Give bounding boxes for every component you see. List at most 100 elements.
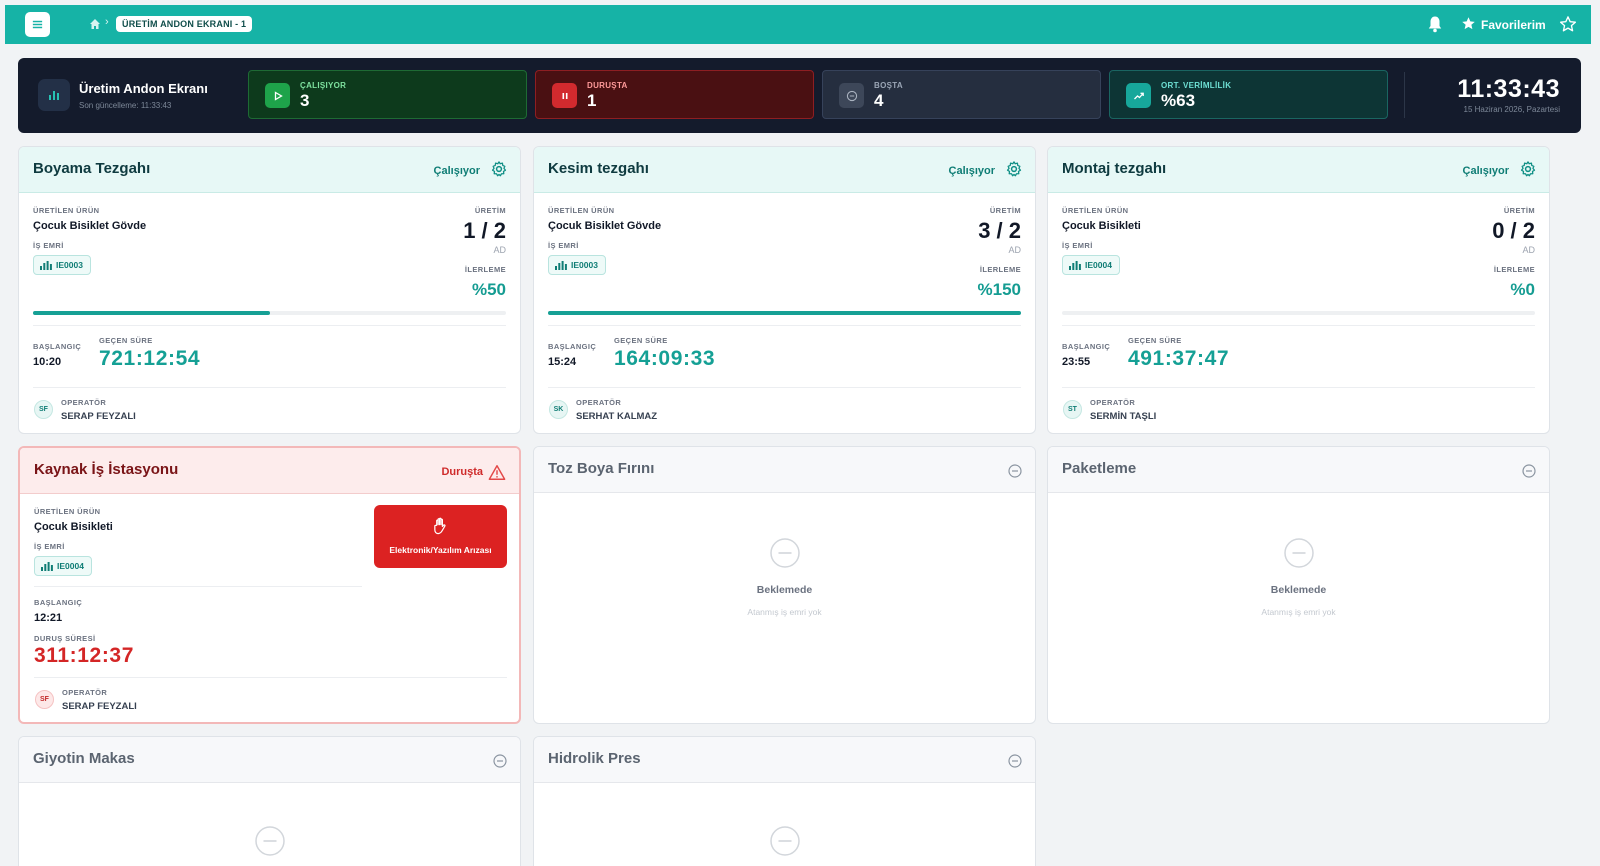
work-order-badge[interactable]: IE0004 — [34, 556, 92, 576]
breadcrumb-current[interactable]: ÜRETİM ANDON EKRANI - 1 — [116, 16, 253, 32]
downtime-value: 311:12:37 — [34, 644, 134, 667]
card-header: Kaynak İş İstasyonu Duruşta — [20, 448, 519, 494]
production-value: 0 / 2 — [1492, 218, 1535, 243]
divider — [548, 387, 1021, 388]
station-card-giyotin[interactable]: Giyotin Makas — [18, 736, 521, 866]
clock: 11:33:43 — [1457, 75, 1560, 103]
station-card-hidrolik[interactable]: Hidrolik Pres — [533, 736, 1036, 866]
production-label: ÜRETİM — [474, 206, 506, 215]
stat-label: ÇALIŞIYOR — [300, 81, 347, 90]
gear-icon[interactable] — [1519, 160, 1537, 178]
fault-reason-button[interactable]: Elektronik/Yazılım Arızası — [374, 505, 507, 568]
station-card-kaynak[interactable]: Kaynak İş İstasyonu Duruşta ÜRETİLEN ÜRÜ… — [18, 446, 521, 724]
work-order-badge[interactable]: IE0004 — [1062, 255, 1120, 275]
progress-percent: %50 — [471, 280, 506, 299]
start-label: BAŞLANGIÇ — [1062, 342, 1111, 351]
station-card-kesim[interactable]: Kesim tezgahı Çalışıyor ÜRETİLEN ÜRÜN Ço… — [533, 146, 1036, 434]
divider — [1404, 72, 1405, 118]
stat-value: 1 — [587, 91, 597, 110]
divider — [34, 586, 362, 587]
divider — [33, 325, 506, 326]
station-card-paketleme[interactable]: Paketleme Beklemede Atanmış iş emri yok — [1047, 446, 1550, 724]
operator-avatar: SF — [35, 690, 54, 709]
work-order-label: İŞ EMRİ — [34, 542, 65, 551]
station-name: Giyotin Makas — [33, 750, 135, 767]
product-label: ÜRETİLEN ÜRÜN — [1062, 206, 1129, 215]
station-status: Duruşta — [441, 466, 483, 478]
station-card-toz-boya[interactable]: Toz Boya Fırını Beklemede Atanmış iş emr… — [533, 446, 1036, 724]
stat-running: ÇALIŞIYOR 3 — [248, 70, 527, 119]
minus-circle-icon — [1522, 464, 1536, 478]
stat-efficiency: ORT. VERİMLİLİK %63 — [1109, 70, 1388, 119]
gear-icon[interactable] — [490, 160, 508, 178]
card-header: Paketleme — [1048, 447, 1549, 493]
hamburger-icon — [32, 20, 43, 29]
product-label: ÜRETİLEN ÜRÜN — [548, 206, 615, 215]
top-bar: › ÜRETİM ANDON EKRANI - 1 Favorilerim — [5, 5, 1591, 44]
progress-label: İLERLEME — [464, 265, 506, 274]
minus-circle-icon — [1008, 754, 1022, 768]
waiting-title: Beklemede — [756, 584, 813, 596]
product-name: Çocuk Bisiklet Gövde — [548, 220, 662, 232]
waiting-title: Beklemede — [1270, 584, 1327, 596]
operator-label: OPERATÖR — [1090, 398, 1136, 407]
production-value: 3 / 2 — [978, 218, 1021, 243]
station-card-montaj[interactable]: Montaj tezgahı Çalışıyor ÜRETİLEN ÜRÜN Ç… — [1047, 146, 1550, 434]
bell-icon[interactable] — [1427, 15, 1443, 33]
date: 15 Haziran 2026, Pazartesi — [1463, 105, 1561, 114]
unit-label: AD — [1008, 245, 1021, 255]
waiting-subtitle: Atanmış iş emri yok — [1261, 607, 1336, 617]
card-header: Kesim tezgahı Çalışıyor — [534, 147, 1035, 193]
elapsed-label: GEÇEN SÜRE — [614, 336, 668, 345]
favorites-link[interactable]: Favorilerim — [1481, 18, 1546, 32]
star-icon[interactable] — [1461, 16, 1476, 31]
product-name: Çocuk Bisikleti — [1062, 220, 1141, 232]
station-name: Kaynak İş İstasyonu — [34, 461, 179, 478]
operator-avatar: SK — [549, 400, 568, 419]
progress-bar-fill — [548, 311, 1021, 315]
divider — [548, 325, 1021, 326]
station-card-boyama[interactable]: Boyama Tezgahı Çalışıyor ÜRETİLEN ÜRÜN Ç… — [18, 146, 521, 434]
stat-value: 3 — [300, 91, 310, 110]
bar-chart-icon — [41, 561, 53, 571]
stat-value: %63 — [1161, 91, 1196, 110]
station-name: Paketleme — [1062, 460, 1137, 477]
divider — [1062, 325, 1535, 326]
minus-circle-icon — [770, 826, 800, 856]
stat-label: DURUŞTA — [587, 81, 628, 90]
operator-label: OPERATÖR — [576, 398, 622, 407]
waiting-subtitle: Atanmış iş emri yok — [747, 607, 822, 617]
product-name: Çocuk Bisikleti — [34, 521, 113, 533]
fault-reason: Elektronik/Yazılım Arızası — [389, 545, 492, 555]
warning-icon — [488, 465, 506, 480]
production-label: ÜRETİM — [1503, 206, 1535, 215]
menu-button[interactable] — [25, 12, 50, 37]
minus-circle-icon — [1008, 464, 1022, 478]
downtime-label: DURUŞ SÜRESİ — [34, 634, 96, 643]
work-order-code: IE0003 — [56, 260, 83, 270]
star-outline-icon[interactable] — [1559, 15, 1577, 33]
stat-label: ORT. VERİMLİLİK — [1161, 81, 1232, 90]
divider — [1062, 387, 1535, 388]
minus-circle-icon — [493, 754, 507, 768]
work-order-badge[interactable]: IE0003 — [548, 255, 606, 275]
minus-circle-icon — [839, 83, 864, 108]
progress-percent: %0 — [1510, 280, 1535, 299]
product-label: ÜRETİLEN ÜRÜN — [33, 206, 100, 215]
bar-chart-icon — [38, 79, 70, 111]
play-icon — [265, 83, 290, 108]
divider — [34, 677, 507, 678]
work-order-code: IE0004 — [1085, 260, 1112, 270]
work-order-badge[interactable]: IE0003 — [33, 255, 91, 275]
start-time: 15:24 — [548, 356, 577, 368]
start-label: BAŞLANGIÇ — [34, 598, 83, 607]
operator-label: OPERATÖR — [62, 688, 108, 697]
home-icon[interactable] — [89, 18, 101, 30]
andon-header: Üretim Andon Ekranı Son güncelleme: 11:3… — [18, 58, 1581, 133]
station-name: Toz Boya Fırını — [548, 460, 655, 477]
gear-icon[interactable] — [1005, 160, 1023, 178]
stat-idle: BOŞTA 4 — [822, 70, 1101, 119]
progress-label: İLERLEME — [1493, 265, 1535, 274]
operator-name: SERAP FEYZALI — [62, 701, 137, 712]
breadcrumb-separator: › — [105, 16, 109, 28]
